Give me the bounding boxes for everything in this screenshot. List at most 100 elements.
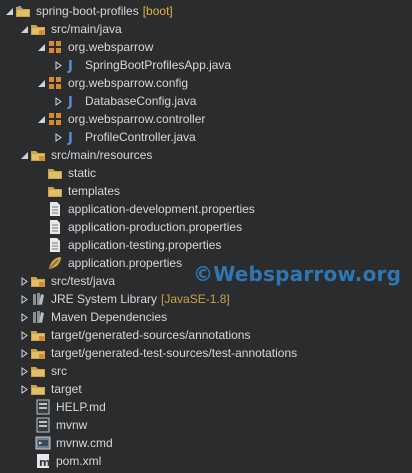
- java-file-icon: J: [64, 93, 80, 109]
- tree-label: mvnw.cmd: [56, 436, 113, 450]
- package-icon: [47, 39, 63, 55]
- expand-arrow-icon[interactable]: [18, 344, 30, 362]
- tree-item-project[interactable]: spring-boot-profiles [boot]: [0, 2, 412, 20]
- collapse-arrow-icon[interactable]: [3, 2, 15, 20]
- tree-label: JRE System Library: [51, 292, 158, 306]
- library-icon: [30, 309, 46, 325]
- tree-label: src/main/resources: [51, 148, 153, 162]
- project-folder-icon: [15, 3, 31, 19]
- cmd-file-icon: [35, 435, 51, 451]
- spring-leaf-icon: [47, 255, 63, 271]
- properties-file-icon: [47, 219, 63, 235]
- tree-label: application.properties: [68, 256, 183, 270]
- java-file-icon: J: [64, 129, 80, 145]
- tree-label: ProfileController.java: [85, 130, 196, 144]
- tree-item-java-file[interactable]: J SpringBootProfilesApp.java: [0, 56, 412, 74]
- source-folder-icon: [30, 21, 46, 37]
- tree-item-mvnw[interactable]: mvnw: [0, 416, 412, 434]
- tree-item-package-websparrow[interactable]: org.websparrow: [0, 38, 412, 56]
- tree-item-mvnw-cmd[interactable]: mvnw.cmd: [0, 434, 412, 452]
- tree-item-maven-dependencies[interactable]: Maven Dependencies: [0, 308, 412, 326]
- tree-label: HELP.md: [56, 400, 106, 414]
- folder-icon: [47, 183, 63, 199]
- source-folder-icon: [30, 327, 46, 343]
- project-tag: [boot]: [142, 4, 173, 18]
- tree-label: src/test/java: [51, 274, 116, 288]
- tree-item-folder-src[interactable]: src: [0, 362, 412, 380]
- tree-item-package-controller[interactable]: org.websparrow.controller: [0, 110, 412, 128]
- tree-item-src-main-resources[interactable]: src/main/resources: [0, 146, 412, 164]
- tree-label: src: [51, 364, 67, 378]
- svg-text:J: J: [67, 59, 73, 73]
- tree-item-src-main-java[interactable]: src/main/java: [0, 20, 412, 38]
- tree-label: org.websparrow.controller: [68, 112, 206, 126]
- text-file-icon: [35, 399, 51, 415]
- collapse-arrow-icon[interactable]: [18, 146, 30, 164]
- svg-text:J: J: [67, 95, 73, 109]
- tree-label: org.websparrow.config: [68, 76, 189, 90]
- tree-item-pom-xml[interactable]: m pom.xml: [0, 452, 412, 470]
- maven-pom-icon: m: [35, 453, 51, 469]
- tree-item-package-config[interactable]: org.websparrow.config: [0, 74, 412, 92]
- tree-label: SpringBootProfilesApp.java: [85, 58, 232, 72]
- tree-item-folder-target[interactable]: target: [0, 380, 412, 398]
- tree-label: application-development.properties: [68, 202, 255, 216]
- watermark: ©Websparrow.org: [193, 262, 402, 286]
- tree-item-help-md[interactable]: HELP.md: [0, 398, 412, 416]
- tree-label: src/main/java: [51, 22, 122, 36]
- expand-arrow-icon[interactable]: [52, 92, 64, 110]
- tree-label: templates: [68, 184, 121, 198]
- tree-label: org.websparrow: [68, 40, 154, 54]
- tree-item-properties-file[interactable]: application-testing.properties: [0, 236, 412, 254]
- expand-arrow-icon[interactable]: [18, 272, 30, 290]
- tree-item-java-file[interactable]: J ProfileController.java: [0, 128, 412, 146]
- svg-text:m: m: [39, 456, 50, 469]
- folder-icon: [47, 165, 63, 181]
- tree-label: mvnw: [56, 418, 88, 432]
- tree-item-generated-test-sources[interactable]: target/generated-test-sources/test-annot…: [0, 344, 412, 362]
- tree-item-folder-templates[interactable]: templates: [0, 182, 412, 200]
- source-folder-icon: [30, 345, 46, 361]
- tree-item-properties-file[interactable]: application-production.properties: [0, 218, 412, 236]
- folder-icon: [30, 363, 46, 379]
- tree-label: target/generated-sources/annotations: [51, 328, 251, 342]
- text-file-icon: [35, 417, 51, 433]
- collapse-arrow-icon[interactable]: [35, 74, 47, 92]
- expand-arrow-icon[interactable]: [52, 128, 64, 146]
- tree-label: Maven Dependencies: [51, 310, 168, 324]
- expand-arrow-icon[interactable]: [18, 326, 30, 344]
- tree-label: target/generated-test-sources/test-annot…: [51, 346, 298, 360]
- tree-item-generated-sources[interactable]: target/generated-sources/annotations: [0, 326, 412, 344]
- project-name: spring-boot-profiles: [36, 4, 139, 18]
- collapse-arrow-icon[interactable]: [18, 20, 30, 38]
- expand-arrow-icon[interactable]: [18, 308, 30, 326]
- collapse-arrow-icon[interactable]: [35, 110, 47, 128]
- tree-label: pom.xml: [56, 454, 102, 468]
- tree-item-jre-library[interactable]: JRE System Library [JavaSE-1.8]: [0, 290, 412, 308]
- properties-file-icon: [47, 201, 63, 217]
- tree-label: DatabaseConfig.java: [85, 94, 197, 108]
- expand-arrow-icon[interactable]: [18, 362, 30, 380]
- folder-icon: [30, 381, 46, 397]
- svg-text:J: J: [67, 131, 73, 145]
- package-icon: [47, 75, 63, 91]
- expand-arrow-icon[interactable]: [18, 290, 30, 308]
- java-file-icon: J: [64, 57, 80, 73]
- tree-label: static: [68, 166, 97, 180]
- expand-arrow-icon[interactable]: [52, 56, 64, 74]
- tree-label: target: [51, 382, 82, 396]
- tree-item-java-file[interactable]: J DatabaseConfig.java: [0, 92, 412, 110]
- source-folder-icon: [30, 147, 46, 163]
- jre-version-tag: [JavaSE-1.8]: [161, 292, 230, 306]
- tree-label: application-testing.properties: [68, 238, 222, 252]
- tree-item-folder-static[interactable]: static: [0, 164, 412, 182]
- project-explorer-tree: spring-boot-profiles [boot] src/main/jav…: [0, 0, 412, 473]
- properties-file-icon: [47, 237, 63, 253]
- tree-label: application-production.properties: [68, 220, 243, 234]
- collapse-arrow-icon[interactable]: [35, 38, 47, 56]
- tree-item-properties-file[interactable]: application-development.properties: [0, 200, 412, 218]
- package-icon: [47, 111, 63, 127]
- library-icon: [30, 291, 46, 307]
- expand-arrow-icon[interactable]: [18, 380, 30, 398]
- source-folder-icon: [30, 273, 46, 289]
